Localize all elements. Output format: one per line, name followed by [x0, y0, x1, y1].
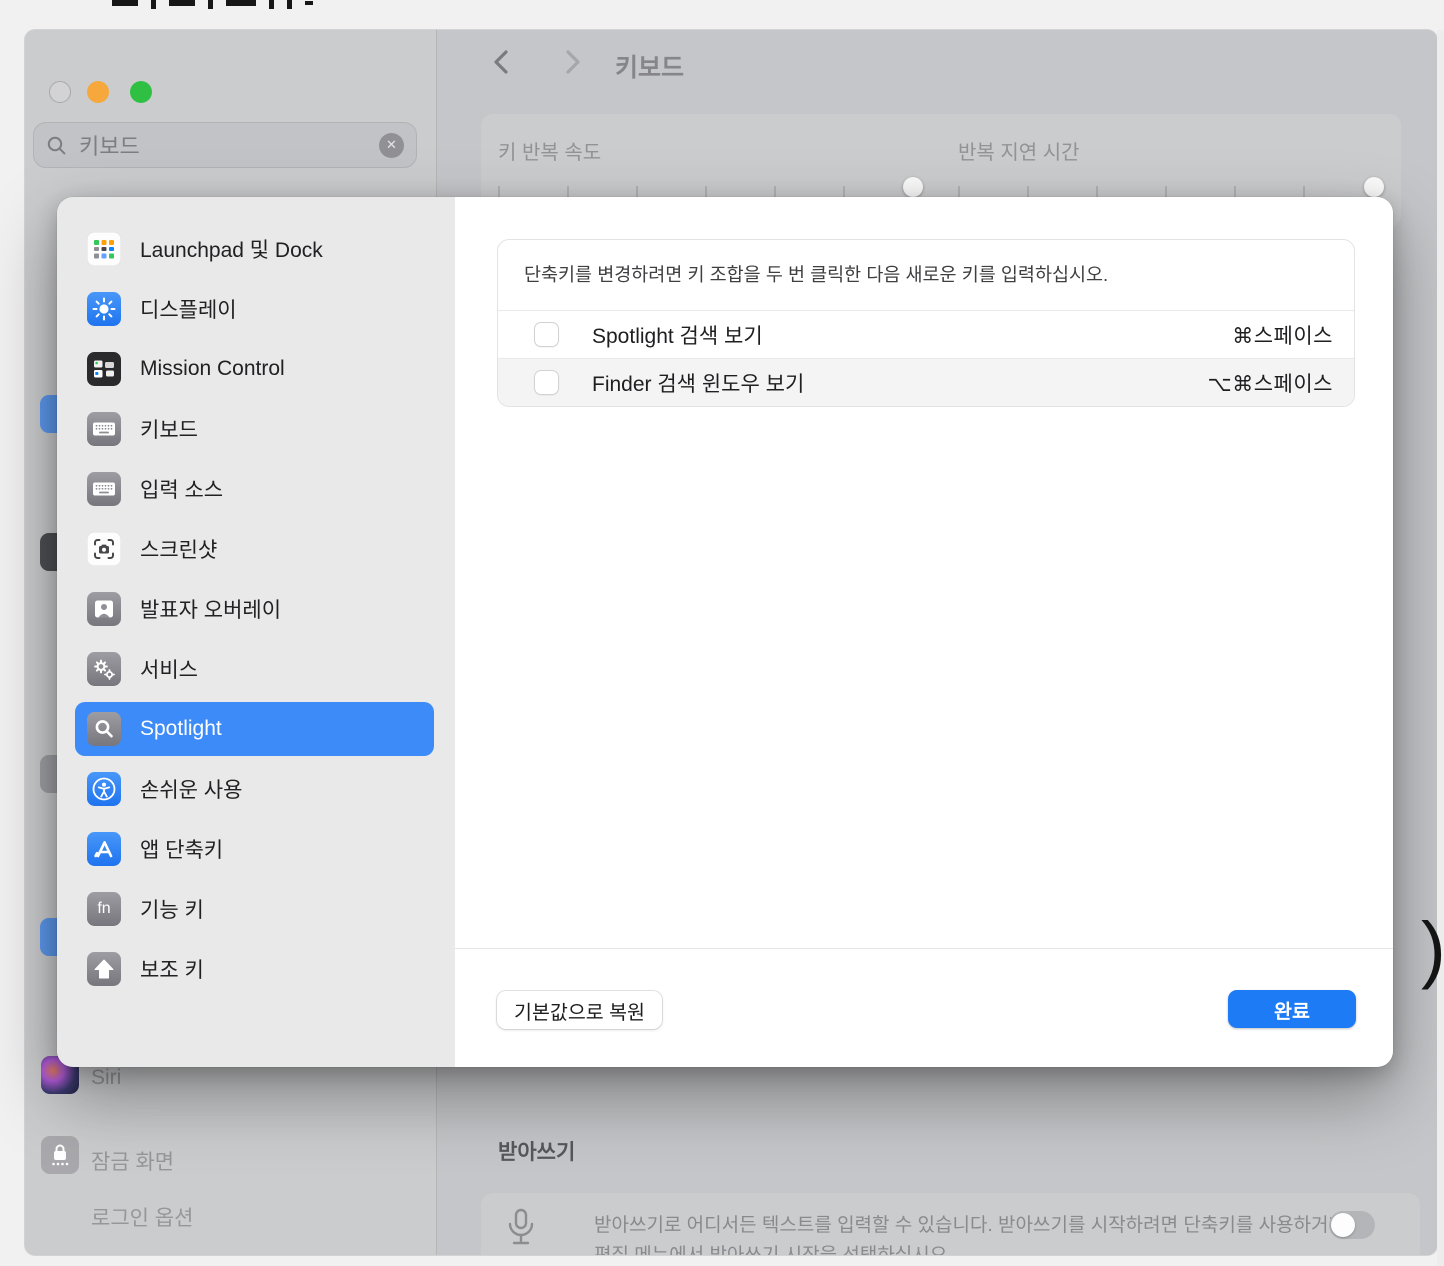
sidebar-item-siri: Siri	[91, 1066, 121, 1090]
sidebar-item-label: 스크린샷	[140, 534, 217, 564]
sidebar-item-label: Mission Control	[140, 357, 285, 381]
shortcut-row-finder-search[interactable]: Finder 검색 윈도우 보기 ⌥⌘스페이스	[498, 358, 1354, 406]
sidebar-item-modifier-keys[interactable]: 보조 키	[75, 942, 434, 996]
dictation-card: 받아쓰기로 어디서든 텍스트를 입력할 수 있습니다. 받아쓰기를 시작하려면 …	[481, 1193, 1420, 1255]
shortcut-label: Finder 검색 윈도우 보기	[592, 368, 804, 398]
presenter-overlay-icon	[87, 592, 121, 626]
mission-control-icon	[87, 352, 121, 386]
dictation-description: 받아쓰기로 어디서든 텍스트를 입력할 수 있습니다. 받아쓰기를 시작하려면 …	[594, 1211, 1364, 1255]
clipped-text-fragment: )	[1421, 906, 1444, 991]
sidebar-item-displays[interactable]: 디스플레이	[75, 282, 434, 336]
close-window-button[interactable]	[49, 81, 71, 103]
fn-keys-icon: fn	[87, 892, 121, 926]
key-repeat-slider-knob	[903, 177, 923, 197]
back-icon[interactable]	[488, 48, 516, 76]
sidebar-item-spotlight[interactable]: Spotlight	[75, 702, 434, 756]
launchpad-icon	[87, 232, 121, 266]
shortcut-row-spotlight-search[interactable]: Spotlight 검색 보기 ⌘스페이스	[498, 310, 1354, 358]
forward-icon[interactable]	[558, 48, 586, 76]
minimize-window-button[interactable]	[87, 81, 109, 103]
page-title: 키보드	[615, 48, 684, 84]
sidebar-item-input-sources[interactable]: 입력 소스	[75, 462, 434, 516]
instruction-text: 단축키를 변경하려면 키 조합을 두 번 클릭한 다음 새로운 키를 입력하십시…	[498, 240, 1354, 310]
sidebar-item-label: Spotlight	[140, 717, 222, 741]
dictation-toggle[interactable]	[1329, 1211, 1375, 1239]
sidebar-item-accessibility[interactable]: 손쉬운 사용	[75, 762, 434, 816]
done-button[interactable]: 완료	[1228, 990, 1356, 1028]
shortcut-keys[interactable]: ⌘스페이스	[1232, 320, 1333, 350]
clipped-text-fragment	[112, 0, 313, 9]
sidebar-item-function-keys[interactable]: fn 기능 키	[75, 882, 434, 936]
window-edge-strip	[1437, 30, 1444, 1266]
sidebar-item-mission-control[interactable]: Mission Control	[75, 342, 434, 396]
screenshot-icon	[87, 532, 121, 566]
sidebar-item-keyboard[interactable]: 키보드	[75, 402, 434, 456]
sidebar-item-launchpad-dock[interactable]: Launchpad 및 Dock	[75, 222, 434, 276]
sidebar-item-presenter-overlay[interactable]: 발표자 오버레이	[75, 582, 434, 636]
shortcut-keys[interactable]: ⌥⌘스페이스	[1208, 368, 1333, 398]
keyboard-icon	[87, 412, 121, 446]
repeat-delay-label: 반복 지연 시간	[958, 136, 1080, 165]
sidebar-item-app-shortcuts[interactable]: 앱 단축키	[75, 822, 434, 876]
sidebar-item-label: 보조 키	[140, 954, 204, 984]
dictation-title: 받아쓰기	[498, 1136, 575, 1166]
sidebar-item-label: 발표자 오버레이	[140, 594, 281, 624]
restore-defaults-button[interactable]: 기본값으로 복원	[497, 991, 662, 1029]
shortcuts-content: 단축키를 변경하려면 키 조합을 두 번 클릭한 다음 새로운 키를 입력하십시…	[455, 197, 1393, 1067]
clear-search-icon[interactable]: ✕	[379, 133, 404, 158]
sidebar-item-label: 기능 키	[140, 894, 204, 924]
search-input[interactable]	[79, 132, 379, 158]
finder-search-checkbox[interactable]	[534, 370, 559, 395]
sidebar-item-label: 입력 소스	[140, 474, 223, 504]
sidebar-item-label: 서비스	[140, 654, 198, 684]
sidebar-item-label: Launchpad 및 Dock	[140, 234, 323, 264]
sidebar-item-screenshots[interactable]: 스크린샷	[75, 522, 434, 576]
display-icon	[87, 292, 121, 326]
services-icon	[87, 652, 121, 686]
input-source-icon	[87, 472, 121, 506]
accessibility-icon	[87, 772, 121, 806]
key-repeat-label: 키 반복 속도	[498, 136, 601, 165]
app-shortcuts-icon	[87, 832, 121, 866]
sidebar-item-lock-screen: 잠금 화면	[91, 1146, 174, 1176]
sidebar-item-label: 손쉬운 사용	[140, 774, 242, 804]
shortcuts-sidebar: Launchpad 및 Dock 디스플레이	[57, 197, 455, 1067]
sidebar-item-services[interactable]: 서비스	[75, 642, 434, 696]
sidebar-item-label: 디스플레이	[140, 294, 237, 324]
shortcut-list-card: 단축키를 변경하려면 키 조합을 두 번 클릭한 다음 새로운 키를 입력하십시…	[497, 239, 1355, 407]
footer-divider	[455, 948, 1393, 949]
spotlight-search-checkbox[interactable]	[534, 322, 559, 347]
search-icon	[46, 135, 67, 156]
microphone-icon	[506, 1208, 536, 1252]
sidebar-item-label: 키보드	[140, 414, 198, 444]
shortcut-label: Spotlight 검색 보기	[592, 320, 763, 350]
spotlight-icon	[87, 712, 121, 746]
sidebar-item-login-options: 로그인 옵션	[91, 1202, 193, 1232]
lock-screen-icon	[41, 1136, 79, 1174]
settings-search-field[interactable]: ✕	[33, 122, 417, 168]
repeat-delay-slider-knob	[1364, 177, 1384, 197]
sidebar-item-label: 앱 단축키	[140, 834, 223, 864]
zoom-window-button[interactable]	[130, 81, 152, 103]
keyboard-shortcuts-modal: Launchpad 및 Dock 디스플레이	[57, 197, 1393, 1067]
modifier-keys-icon	[87, 952, 121, 986]
